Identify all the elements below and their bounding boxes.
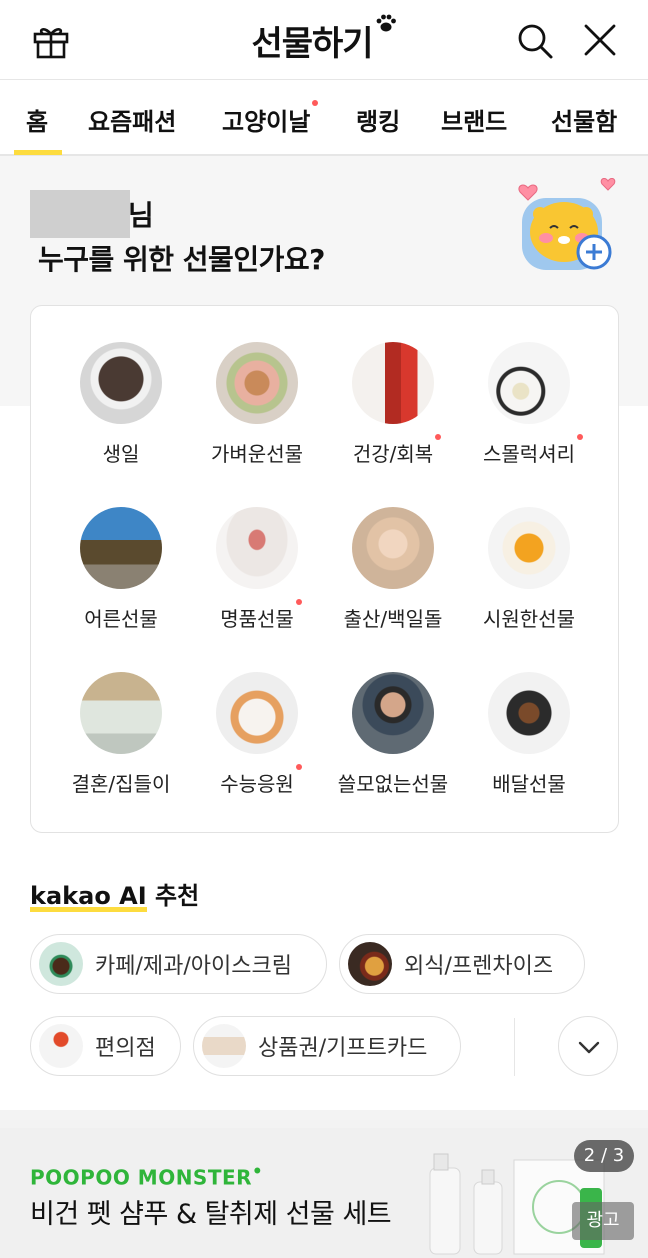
category-light-gift[interactable]: 가벼운선물 xyxy=(187,342,327,467)
food-tray-image xyxy=(488,672,570,754)
macaron-image xyxy=(216,342,298,424)
add-friend-avatar-icon[interactable] xyxy=(510,178,622,278)
greeting-name-suffix: 님 xyxy=(128,199,154,232)
search-icon[interactable] xyxy=(516,22,554,60)
header: 선물하기 xyxy=(0,0,648,80)
category-health[interactable]: 건강/회복 xyxy=(323,342,463,467)
chip-divider xyxy=(514,1018,515,1076)
new-dot xyxy=(435,434,442,440)
bingsu-image xyxy=(488,507,570,589)
expand-chips-button[interactable] xyxy=(558,1016,618,1076)
tab-home[interactable]: 홈 xyxy=(26,102,48,137)
chevron-down-icon xyxy=(578,1041,600,1054)
gift-card-icon xyxy=(202,1024,246,1068)
baby-image xyxy=(352,507,434,589)
tab-ranking[interactable]: 랭킹 xyxy=(356,102,400,137)
category-luxury-gift[interactable]: 명품선물 xyxy=(187,507,327,632)
category-wedding[interactable]: 결혼/집들이 xyxy=(51,672,191,797)
category-cool-gift[interactable]: 시원한선물 xyxy=(459,507,599,632)
category-delivery[interactable]: 배달선물 xyxy=(459,672,599,797)
chip-cafe[interactable]: 카페/제과/아이스크림 xyxy=(30,934,327,994)
new-dot xyxy=(295,764,302,770)
ad-label: 광고 xyxy=(572,1202,634,1240)
tab-trending-fashion[interactable]: 요즘패션 xyxy=(88,102,176,137)
banner-headline: 비건 펫 샴푸 & 탈취제 선물 세트 xyxy=(30,1199,392,1230)
greeting-question: 누구를 위한 선물인가요? xyxy=(38,243,325,276)
category-elder-gift[interactable]: 어른선물 xyxy=(51,507,191,632)
redacted-user-name xyxy=(30,190,130,238)
plush-dog-image xyxy=(216,672,298,754)
tab-cat-day[interactable]: 고양이날 xyxy=(222,100,319,137)
red-ginseng-image xyxy=(352,342,434,424)
perfume-box-image xyxy=(488,342,570,424)
coffee-cup-icon xyxy=(39,942,83,986)
new-dot xyxy=(577,434,583,440)
close-icon[interactable] xyxy=(582,22,618,58)
chip-convenience-store[interactable]: 편의점 xyxy=(30,1016,181,1076)
category-birthday[interactable]: 생일 xyxy=(51,342,191,467)
tab-brand[interactable]: 브랜드 xyxy=(441,102,507,137)
category-useless-gift[interactable]: 쓸모없는선물 xyxy=(323,672,463,797)
lollipop-icon xyxy=(39,1024,83,1068)
ad-banner[interactable]: POOPOO MONSTER• 비건 펫 샴푸 & 탈취제 선물 세트 2 / … xyxy=(0,1128,648,1258)
kakao-ai-brand: kakao AI xyxy=(30,882,147,910)
new-dot xyxy=(312,100,319,106)
active-tab-indicator xyxy=(14,150,62,155)
section-separator xyxy=(0,1110,648,1128)
banner-page-indicator: 2 / 3 xyxy=(574,1140,634,1172)
ai-recommend-title: kakao AI 추천 xyxy=(30,882,200,910)
chip-dining[interactable]: 외식/프렌차이즈 xyxy=(339,934,585,994)
gift-set-image xyxy=(80,507,162,589)
category-exam-cheer[interactable]: 수능응원 xyxy=(187,672,327,797)
tab-gift-box[interactable]: 선물함 xyxy=(551,102,617,137)
banner-brand-mark: • xyxy=(252,1162,264,1181)
category-card: 생일 가벼운선물 건강/회복 스몰럭셔리 어른선물 명품선물 출산/백일돌 시원… xyxy=(30,305,619,833)
birthday-cake-image xyxy=(80,342,162,424)
category-baby[interactable]: 출산/백일돌 xyxy=(323,507,463,632)
paw-icon xyxy=(376,14,396,32)
person-photo-image xyxy=(352,672,434,754)
food-icon xyxy=(348,942,392,986)
new-dot xyxy=(295,599,302,605)
chip-gift-card[interactable]: 상품권/기프트카드 xyxy=(193,1016,461,1076)
glassware-image xyxy=(80,672,162,754)
tab-bar: 홈 요즘패션 고양이날 랭킹 브랜드 선물함 xyxy=(0,80,648,156)
category-small-luxury[interactable]: 스몰럭셔리 xyxy=(459,342,599,467)
lipstick-image xyxy=(216,507,298,589)
banner-brand: POOPOO MONSTER• xyxy=(30,1162,264,1190)
